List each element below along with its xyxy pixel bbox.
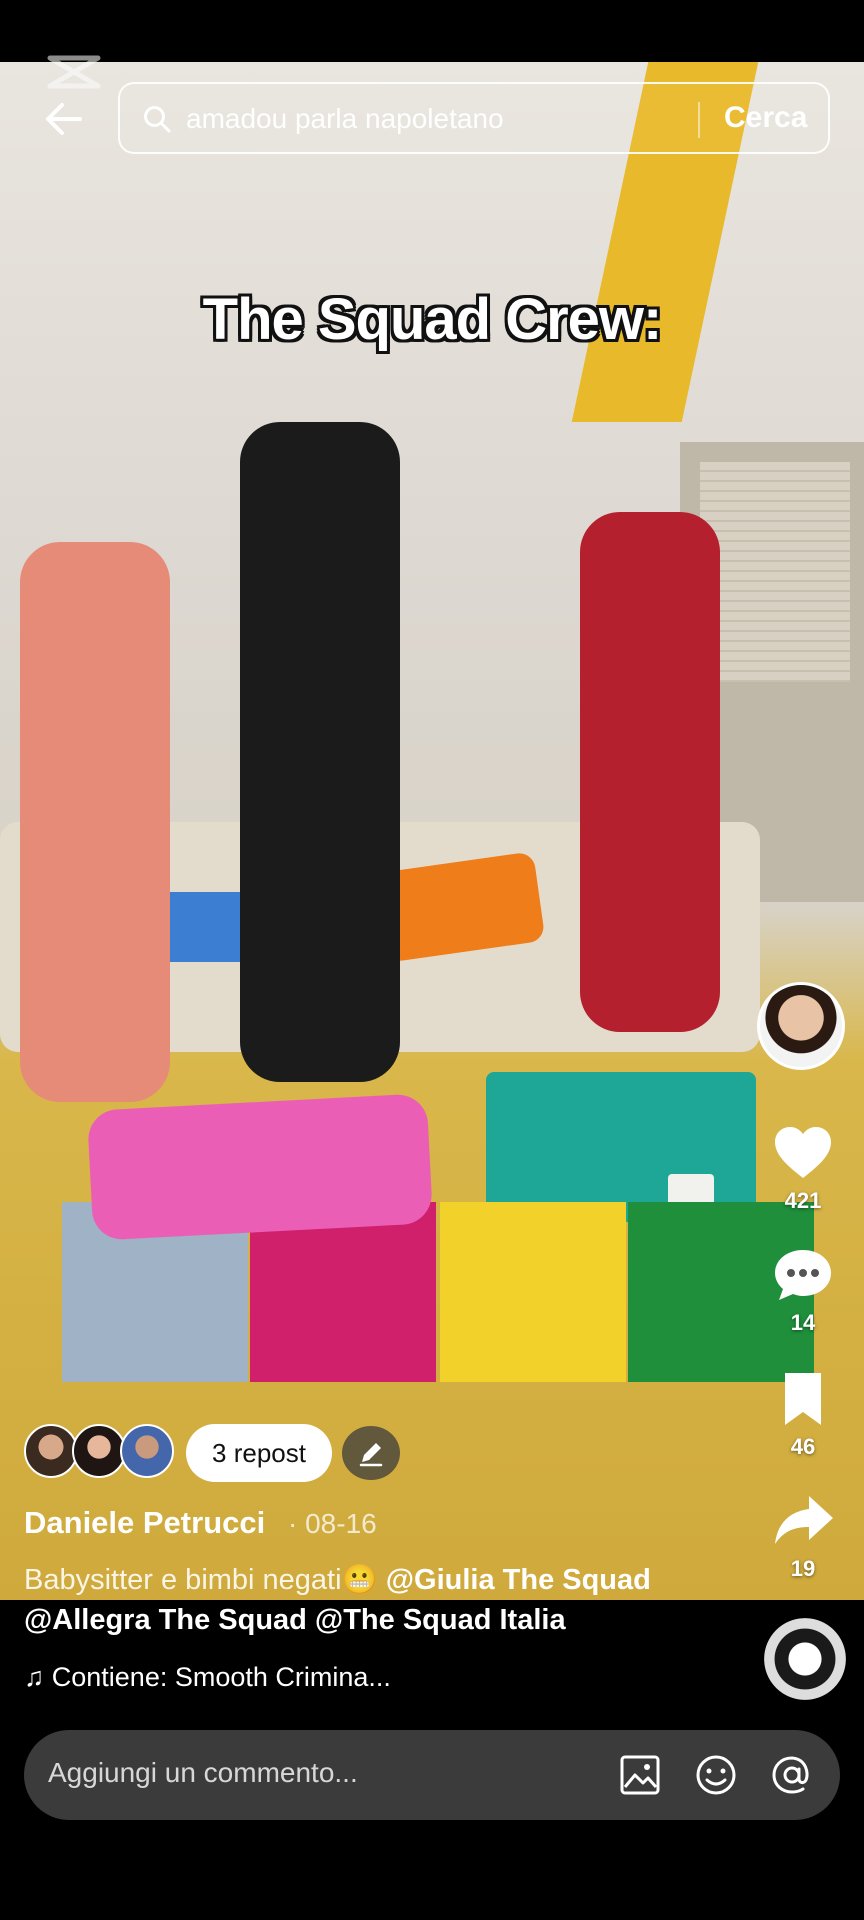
scene-person-girl [580,512,720,1032]
search-submit-button[interactable]: Cerca [724,101,807,135]
avatar [72,1424,126,1478]
edit-icon [359,1443,383,1467]
avatar [120,1424,174,1478]
heart-icon [775,1127,831,1178]
edit-button[interactable] [342,1426,400,1480]
comment-count: 14 [790,1310,816,1335]
capcut-watermark-icon [47,55,101,89]
share-icon [775,1496,833,1544]
comment-placeholder: Aggiungi un commento... [48,1757,358,1788]
avatar [24,1424,78,1478]
search-icon [144,106,171,133]
like-button[interactable]: 421 [753,1124,853,1214]
search-divider [698,102,700,138]
back-button[interactable] [36,94,92,144]
author-name[interactable]: Daniele Petrucci [24,1505,265,1541]
comment-icon [775,1250,831,1300]
search-bar[interactable]: amadou parla napoletano Cerca [118,82,830,154]
caption-text: Babysitter e bimbi negati😬 [24,1564,386,1596]
comment-input[interactable]: Aggiungi un commento... [24,1730,840,1820]
scene-teal-box [486,1072,756,1222]
comment-button[interactable]: 14 [753,1246,853,1336]
like-count: 421 [784,1188,822,1213]
scene-pillow-pink [86,1093,434,1241]
bookmark-icon [785,1373,821,1425]
save-count: 46 [790,1434,816,1459]
share-count: 19 [790,1556,816,1581]
emoji-icon[interactable] [692,1751,740,1799]
repost-count-button[interactable]: 3 repost [186,1424,332,1482]
caption-line-1: Babysitter e bimbi negati😬 @Giulia The S… [24,1563,651,1597]
status-bar [0,0,864,62]
back-arrow-icon [46,103,82,135]
mention-icon[interactable] [768,1751,816,1799]
caption-mention[interactable]: @Giulia The Squad [386,1564,651,1596]
save-button[interactable]: 46 [753,1370,853,1460]
search-query[interactable]: amadou parla napoletano [186,103,504,135]
post-date: · 08-16 [288,1508,377,1539]
video-overlay-text: The Squad Crew: [202,287,663,352]
caption-mentions[interactable]: @Allegra The Squad @The Squad Italia [24,1604,566,1637]
music-label[interactable]: ♫ Contiene: Smooth Crimina... [24,1662,391,1693]
image-icon[interactable] [616,1751,664,1799]
share-button[interactable]: 19 [753,1492,853,1582]
music-disc[interactable] [764,1618,846,1700]
creator-avatar[interactable] [757,982,845,1070]
scene-lego-yellow [440,1202,626,1382]
scene-person-man [240,422,400,1082]
scene-person-boy [20,542,170,1102]
